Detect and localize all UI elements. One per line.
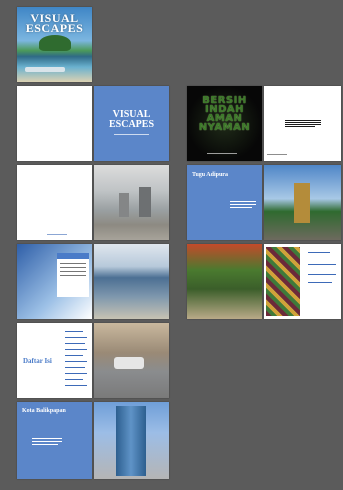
page-thumb-sea[interactable] [94,244,169,319]
text-line [308,274,336,275]
bersih-text: BERSIH INDAH AMAN NYAMAN [198,95,251,133]
text-line [60,267,86,268]
footer-line [47,234,67,235]
toc-line [65,355,83,356]
toc-line [65,349,87,350]
ornament-image [266,247,300,316]
page-thumb-monument[interactable] [264,165,341,240]
page-thumb-blank[interactable] [17,86,92,161]
text-line [308,252,330,253]
page-thumb-tower[interactable] [94,402,169,479]
text-line [308,282,332,283]
toc-line [65,373,87,374]
toc-line [65,367,85,368]
text-line [230,207,252,208]
title-page-subline [114,134,149,135]
toc-line [65,361,87,362]
page-thumb-street[interactable] [94,323,169,398]
boat-image [25,67,65,72]
bersih-caption [207,153,237,154]
island-image [39,35,71,51]
toc-line [65,331,83,332]
text-line [285,126,315,127]
toc-line [65,343,85,344]
text-line [60,271,86,272]
page-thumb-kota[interactable]: Kota Balikpapan [17,402,92,479]
page-thumb-trees[interactable] [187,244,262,319]
text-line [32,441,62,442]
text-line [60,263,86,264]
spread-view: { "pages": { "cover": { "title": "VISUAL… [0,0,343,490]
page-thumb-tugu[interactable]: Tugu Adipura [187,165,262,240]
title-page-title: VISUAL ESCAPES [108,109,154,130]
page-thumb-text[interactable] [264,86,341,161]
page-thumb-cover[interactable]: VISUAL ESCAPES [17,7,92,82]
kota-heading: Kota Balikpapan [22,408,66,414]
cover-title: VISUAL ESCAPES [25,11,84,35]
page-thumb-pattern[interactable] [264,244,341,319]
monument-image [294,183,310,223]
text-line [267,154,287,155]
building-image [139,187,151,217]
text-line [230,201,256,202]
page-thumb-bersih[interactable]: BERSIH INDAH AMAN NYAMAN [187,86,262,161]
toc-line [65,337,87,338]
text-line [285,122,321,123]
text-line [32,438,62,439]
car-image [114,357,144,369]
page-thumb-toc[interactable]: Daftar Isi [17,323,92,398]
text-line [32,444,58,445]
page-thumb-sky-text[interactable] [17,244,92,319]
text-line [308,264,336,265]
text-line [285,120,321,121]
page-thumb-city[interactable] [94,165,169,240]
tower-image [116,406,146,476]
page-thumb-blank-2[interactable] [17,165,92,240]
text-box-header [57,253,89,259]
text-line [60,275,86,276]
toc-line [65,385,87,386]
text-line [285,124,321,125]
toc-line [65,379,83,380]
toc-heading: Daftar Isi [23,357,52,365]
tugu-heading: Tugu Adipura [192,172,228,178]
building-image [119,193,129,217]
text-line [230,204,256,205]
page-thumb-title[interactable]: VISUAL ESCAPES [94,86,169,161]
